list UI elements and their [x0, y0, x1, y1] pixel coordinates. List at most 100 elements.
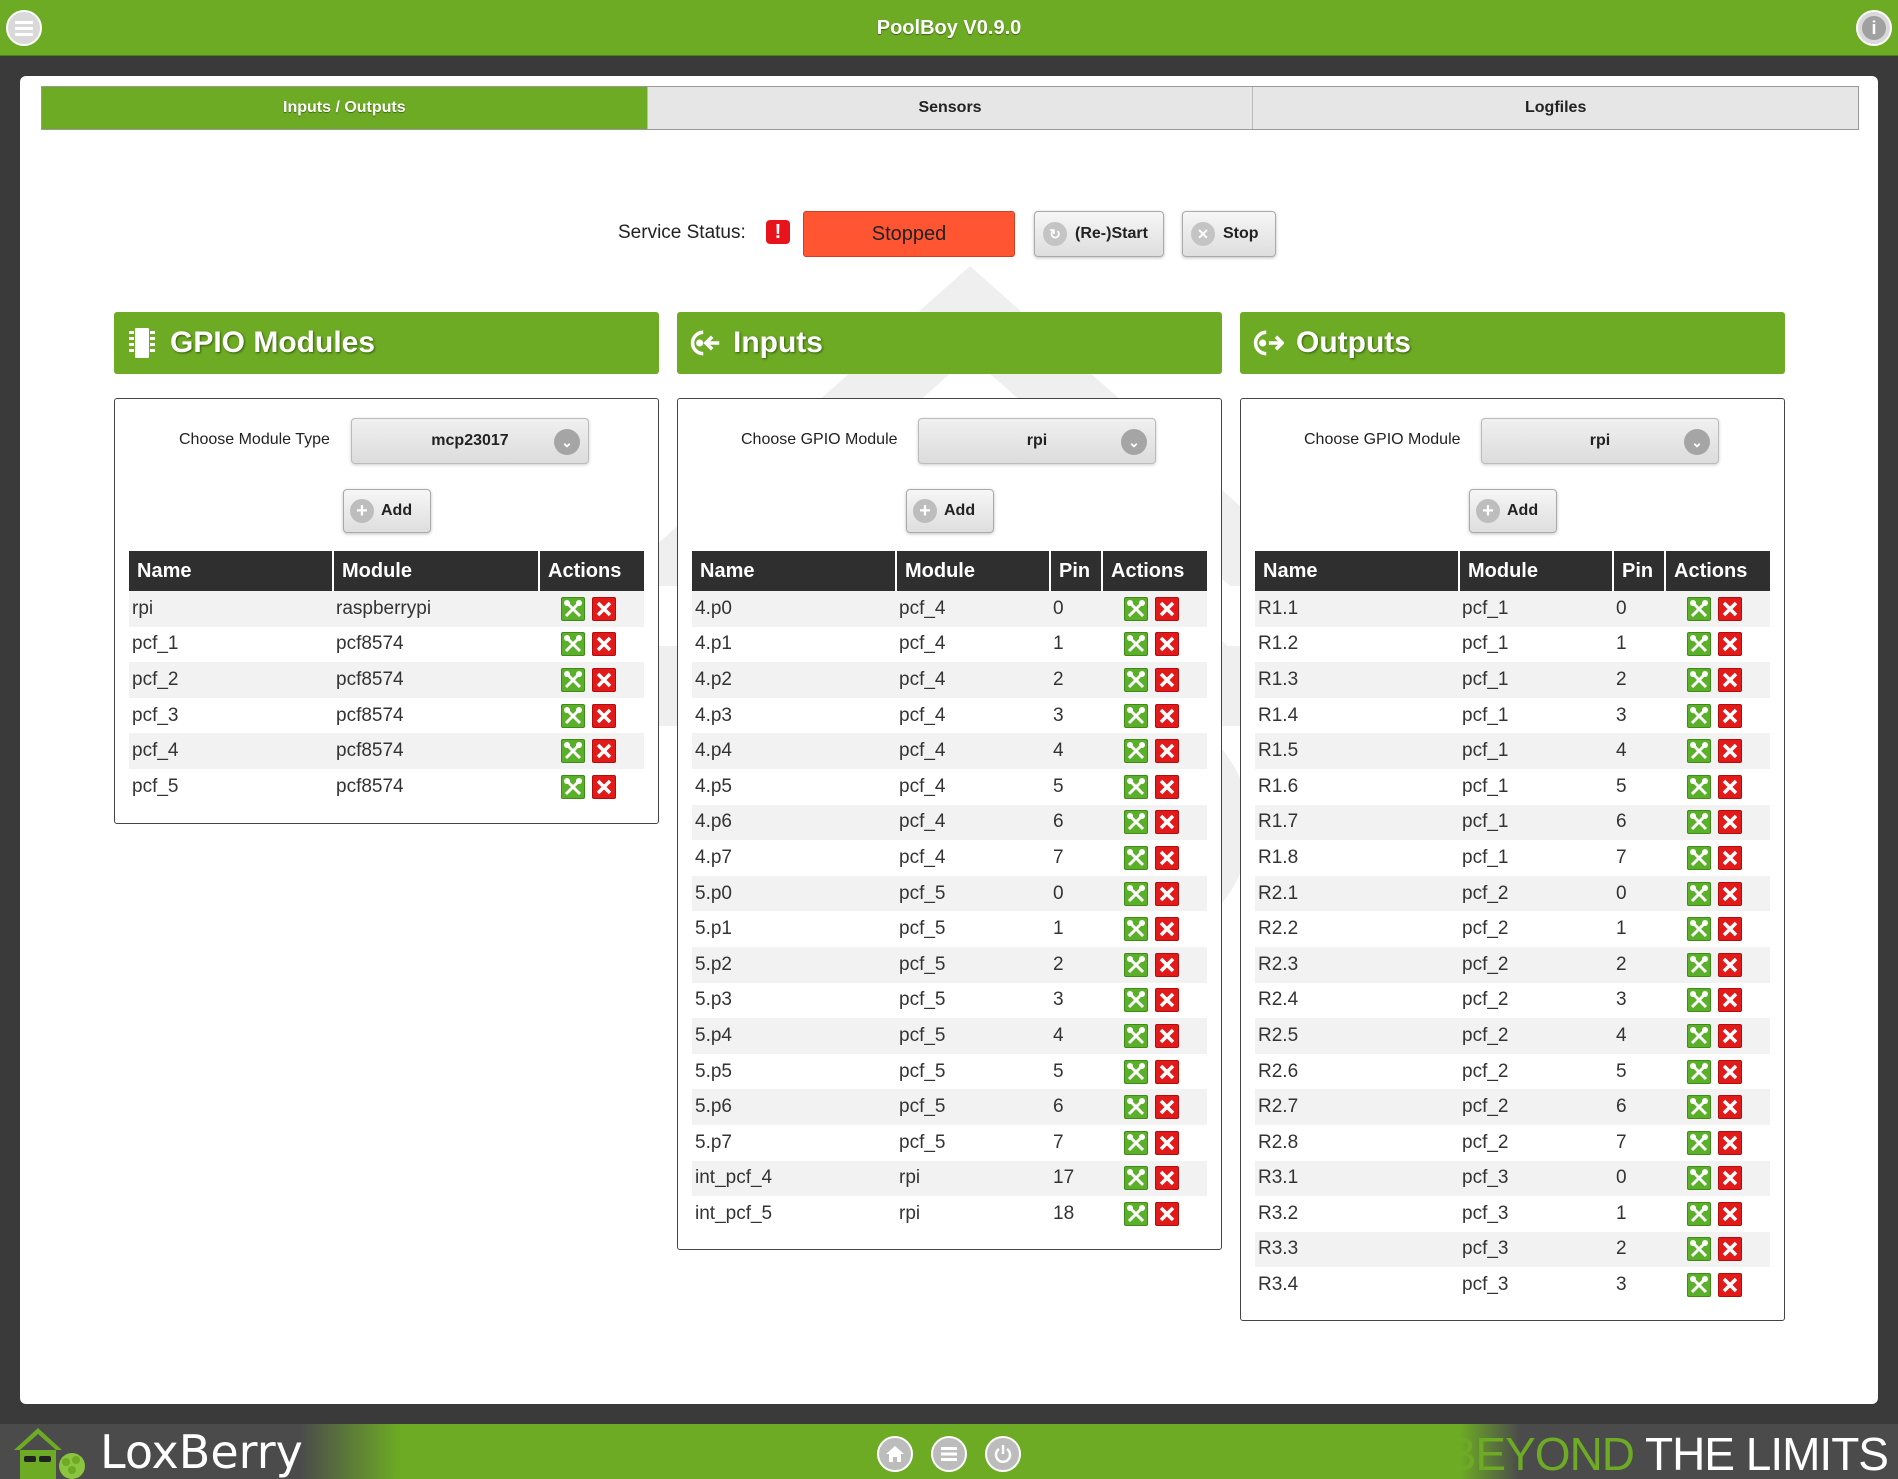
delete-icon[interactable] [1718, 739, 1742, 764]
edit-icon[interactable] [561, 667, 585, 692]
delete-icon[interactable] [1718, 1166, 1742, 1191]
edit-icon[interactable] [561, 774, 585, 799]
edit-icon[interactable] [1124, 1023, 1148, 1048]
delete-icon[interactable] [1155, 774, 1179, 799]
delete-icon[interactable] [1718, 1201, 1742, 1226]
delete-icon[interactable] [1718, 881, 1742, 906]
add-input-button[interactable]: + Add [906, 489, 994, 533]
delete-icon[interactable] [1155, 1201, 1179, 1226]
edit-icon[interactable] [1687, 845, 1711, 870]
delete-icon[interactable] [1718, 596, 1742, 621]
edit-icon[interactable] [1124, 632, 1148, 657]
edit-icon[interactable] [1687, 632, 1711, 657]
delete-icon[interactable] [1155, 1130, 1179, 1155]
edit-icon[interactable] [1124, 1130, 1148, 1155]
delete-icon[interactable] [1718, 1023, 1742, 1048]
delete-icon[interactable] [1718, 1059, 1742, 1084]
edit-icon[interactable] [1687, 1273, 1711, 1298]
delete-icon[interactable] [1718, 845, 1742, 870]
edit-icon[interactable] [1124, 917, 1148, 942]
delete-icon[interactable] [1155, 632, 1179, 657]
delete-icon[interactable] [1718, 1273, 1742, 1298]
input-module-select[interactable]: rpi ⌄ [918, 418, 1156, 464]
delete-icon[interactable] [1718, 988, 1742, 1013]
delete-icon[interactable] [1155, 881, 1179, 906]
delete-icon[interactable] [1155, 988, 1179, 1013]
edit-icon[interactable] [1124, 1166, 1148, 1191]
info-icon[interactable]: i [1856, 10, 1892, 46]
edit-icon[interactable] [561, 739, 585, 764]
tab-inputs-outputs[interactable]: Inputs / Outputs [42, 87, 648, 129]
output-module-select[interactable]: rpi ⌄ [1481, 418, 1719, 464]
delete-icon[interactable] [1155, 739, 1179, 764]
delete-icon[interactable] [1155, 810, 1179, 835]
edit-icon[interactable] [1124, 1059, 1148, 1084]
edit-icon[interactable] [1124, 1201, 1148, 1226]
edit-icon[interactable] [1687, 774, 1711, 799]
edit-icon[interactable] [1124, 596, 1148, 621]
edit-icon[interactable] [561, 596, 585, 621]
edit-icon[interactable] [1687, 1023, 1711, 1048]
edit-icon[interactable] [1124, 739, 1148, 764]
delete-icon[interactable] [592, 667, 616, 692]
edit-icon[interactable] [1687, 988, 1711, 1013]
edit-icon[interactable] [561, 632, 585, 657]
delete-icon[interactable] [1718, 952, 1742, 977]
delete-icon[interactable] [1718, 1095, 1742, 1120]
delete-icon[interactable] [1718, 667, 1742, 692]
delete-icon[interactable] [592, 632, 616, 657]
delete-icon[interactable] [592, 596, 616, 621]
delete-icon[interactable] [1155, 596, 1179, 621]
edit-icon[interactable] [1124, 988, 1148, 1013]
edit-icon[interactable] [1124, 881, 1148, 906]
edit-icon[interactable] [1687, 881, 1711, 906]
edit-icon[interactable] [1687, 703, 1711, 728]
delete-icon[interactable] [1155, 917, 1179, 942]
edit-icon[interactable] [1124, 774, 1148, 799]
edit-icon[interactable] [1687, 952, 1711, 977]
edit-icon[interactable] [1687, 1130, 1711, 1155]
tab-logfiles[interactable]: Logfiles [1253, 87, 1859, 129]
edit-icon[interactable] [1124, 845, 1148, 870]
restart-button[interactable]: ↻ (Re-)Start [1034, 211, 1164, 257]
tab-sensors[interactable]: Sensors [647, 87, 1254, 129]
delete-icon[interactable] [1155, 1095, 1179, 1120]
delete-icon[interactable] [592, 774, 616, 799]
delete-icon[interactable] [1155, 952, 1179, 977]
edit-icon[interactable] [1687, 1166, 1711, 1191]
edit-icon[interactable] [1687, 1237, 1711, 1262]
edit-icon[interactable] [1687, 739, 1711, 764]
edit-icon[interactable] [1687, 917, 1711, 942]
edit-icon[interactable] [1124, 667, 1148, 692]
edit-icon[interactable] [1687, 596, 1711, 621]
delete-icon[interactable] [592, 703, 616, 728]
delete-icon[interactable] [1155, 667, 1179, 692]
delete-icon[interactable] [1155, 1059, 1179, 1084]
menu-icon[interactable] [931, 1436, 967, 1472]
delete-icon[interactable] [1718, 632, 1742, 657]
edit-icon[interactable] [1687, 810, 1711, 835]
delete-icon[interactable] [1718, 703, 1742, 728]
edit-icon[interactable] [561, 703, 585, 728]
delete-icon[interactable] [592, 739, 616, 764]
edit-icon[interactable] [1124, 703, 1148, 728]
module-type-select[interactable]: mcp23017 ⌄ [351, 418, 589, 464]
edit-icon[interactable] [1687, 667, 1711, 692]
stop-button[interactable]: ✕ Stop [1182, 211, 1276, 257]
home-icon[interactable] [877, 1436, 913, 1472]
delete-icon[interactable] [1718, 1130, 1742, 1155]
delete-icon[interactable] [1155, 1023, 1179, 1048]
edit-icon[interactable] [1124, 952, 1148, 977]
delete-icon[interactable] [1155, 1166, 1179, 1191]
delete-icon[interactable] [1718, 810, 1742, 835]
edit-icon[interactable] [1687, 1059, 1711, 1084]
delete-icon[interactable] [1155, 845, 1179, 870]
edit-icon[interactable] [1687, 1095, 1711, 1120]
edit-icon[interactable] [1124, 810, 1148, 835]
edit-icon[interactable] [1687, 1201, 1711, 1226]
edit-icon[interactable] [1124, 1095, 1148, 1120]
delete-icon[interactable] [1718, 1237, 1742, 1262]
delete-icon[interactable] [1155, 703, 1179, 728]
add-module-button[interactable]: + Add [343, 489, 431, 533]
delete-icon[interactable] [1718, 774, 1742, 799]
